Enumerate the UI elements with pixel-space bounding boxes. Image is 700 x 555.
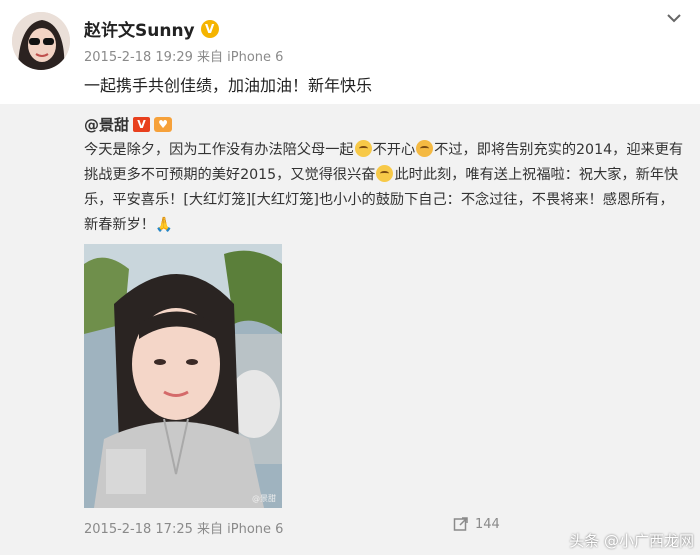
post-timestamp[interactable]: 2015-2-18 19:29 bbox=[84, 50, 193, 65]
username-text[interactable]: 赵许文Sunny bbox=[84, 16, 195, 41]
username[interactable]: 赵许文Sunny V bbox=[84, 16, 219, 41]
repost-username-text[interactable]: @景甜 bbox=[84, 114, 129, 135]
pray-icon: 🙏 bbox=[154, 217, 173, 233]
share-button[interactable]: 144 bbox=[453, 516, 500, 532]
repost-username[interactable]: @景甜 V ♥ bbox=[84, 114, 173, 135]
sad-emoji-icon bbox=[416, 140, 434, 157]
verified-icon: V bbox=[200, 19, 219, 38]
repost-meta: 2015-2-18 17:25 来自 iPhone 6 bbox=[84, 518, 283, 537]
share-count: 144 bbox=[475, 516, 500, 532]
verified-icon: V bbox=[133, 117, 151, 132]
repost-timestamp[interactable]: 2015-2-18 17:25 bbox=[84, 522, 193, 537]
avatar[interactable] bbox=[12, 12, 70, 70]
weibo-post: 赵许文Sunny V 2015-2-18 19:29 来自 iPhone 6 一… bbox=[0, 0, 700, 555]
photo-caption: @景甜 bbox=[252, 494, 276, 503]
post-source: 来自 iPhone 6 bbox=[197, 50, 284, 65]
heart-badge-icon: ♥ bbox=[154, 117, 173, 132]
repost-text: 今天是除夕，因为工作没有办法陪父母一起 不开心 不过，即将告别充实的2014，迎来更… bbox=[84, 138, 684, 238]
smile-emoji-icon bbox=[376, 165, 394, 182]
watermark: 头条 @小广西龙网 bbox=[569, 532, 694, 550]
share-icon bbox=[453, 517, 468, 531]
chevron-down-icon[interactable] bbox=[666, 12, 682, 24]
repost-text-part: 今天是除夕，因为工作没有办法陪父母一起 bbox=[84, 142, 354, 158]
repost-text-part: 不开心 bbox=[372, 142, 416, 158]
post-meta: 2015-2-18 19:29 来自 iPhone 6 bbox=[84, 46, 283, 65]
repost-source: 来自 iPhone 6 bbox=[197, 522, 284, 537]
crying-emoji-icon bbox=[354, 140, 372, 157]
repost-card[interactable]: @景甜 V ♥ 今天是除夕，因为工作没有办法陪父母一起 不开心 不过，即将告别充实的… bbox=[0, 104, 700, 555]
repost-photo[interactable]: @景甜 bbox=[84, 244, 282, 508]
post-text: 一起携手共创佳绩，加油加油！新年快乐 bbox=[84, 76, 373, 95]
